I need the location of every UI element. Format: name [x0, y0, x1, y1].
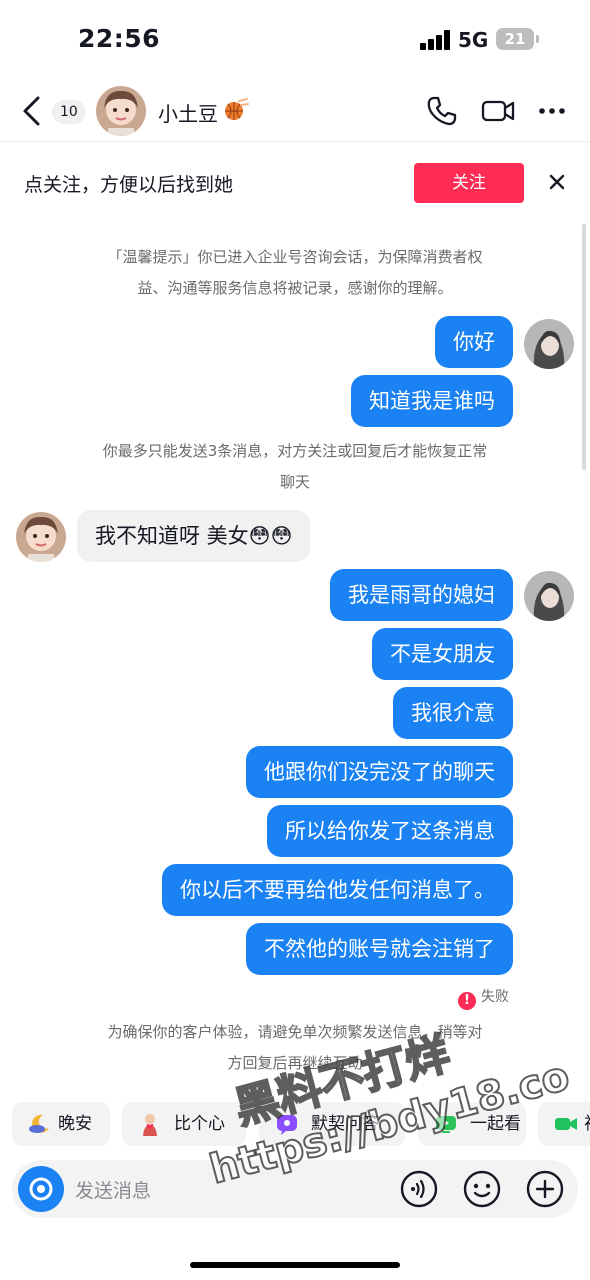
quick-reply-video[interactable]: 视 — [538, 1102, 590, 1146]
battery-icon: 21 — [496, 28, 539, 50]
outgoing-message[interactable]: 不然他的账号就会注销了 — [246, 923, 513, 975]
follow-prompt-text: 点关注，方便以后找到她 — [24, 174, 234, 196]
notice-line: 方回复后再继续互动 — [227, 1054, 363, 1072]
message-composer: 发送消息 — [12, 1160, 578, 1218]
follow-button[interactable]: 关注 — [414, 163, 524, 203]
network-type: 5G — [458, 28, 489, 52]
send-failed-status[interactable]: ! 失败 — [458, 986, 509, 1010]
quick-reply-label: 默契问答 — [311, 1114, 379, 1134]
contact-name[interactable]: 小土豆 — [158, 98, 218, 127]
moon-icon — [29, 1114, 49, 1133]
system-notice-frequency: 为确保你的客户体验，请避免单次频繁发送信息，稍等对 方回复后再继续互动 — [60, 1017, 530, 1079]
cellular-signal-icon — [420, 30, 452, 50]
follow-banner: 点关注，方便以后找到她 关注 — [0, 142, 590, 224]
quick-reply-bar[interactable]: 晚安 比个心 默契问答 一起看 视 — [0, 1100, 590, 1148]
video-camera-icon[interactable] — [481, 95, 515, 127]
scrollbar[interactable] — [582, 224, 586, 470]
plus-icon[interactable] — [526, 1170, 564, 1208]
notice-line: 你最多只能发送3条消息，对方关注或回复后才能恢复正常 — [102, 442, 488, 460]
close-icon[interactable] — [544, 169, 570, 195]
send-failed-label: 失败 — [481, 989, 509, 1005]
notice-line: 益、沟通等服务信息将被记录，感谢你的理解。 — [137, 279, 453, 297]
status-bar: 22:56 5G 21 — [0, 0, 590, 80]
my-avatar[interactable] — [524, 319, 574, 369]
notice-line: 「温馨提示」你已进入企业号咨询会话，为保障消费者权 — [107, 248, 483, 266]
outgoing-message[interactable]: 他跟你们没完没了的聊天 — [246, 746, 513, 798]
system-notice-limit: 你最多只能发送3条消息，对方关注或回复后才能恢复正常 聊天 — [60, 436, 530, 498]
voice-icon[interactable] — [400, 1170, 438, 1208]
video-icon — [555, 1118, 577, 1130]
outgoing-message[interactable]: 所以给你发了这条消息 — [267, 805, 513, 857]
outgoing-message[interactable]: 我很介意 — [393, 687, 513, 739]
home-indicator[interactable] — [190, 1262, 400, 1268]
message-input[interactable]: 发送消息 — [75, 1176, 151, 1203]
message-list[interactable]: 「温馨提示」你已进入企业号咨询会话，为保障消费者权 益、沟通等服务信息将被记录，… — [0, 224, 590, 1094]
camera-icon — [29, 1177, 53, 1201]
emoji-icon[interactable] — [463, 1170, 501, 1208]
chevron-left-icon[interactable] — [18, 93, 46, 129]
quick-reply-label: 晚安 — [58, 1114, 92, 1134]
quiz-icon — [277, 1115, 297, 1135]
notice-line: 聊天 — [279, 473, 310, 491]
my-avatar[interactable] — [524, 571, 574, 621]
contact-avatar[interactable] — [96, 86, 146, 136]
basketball-icon — [225, 98, 249, 120]
quick-reply-goodnight[interactable]: 晚安 — [12, 1102, 110, 1146]
quick-reply-quiz[interactable]: 默契问答 — [259, 1102, 405, 1146]
chat-header: 10 小土豆 — [0, 80, 590, 142]
outgoing-message[interactable]: 不是女朋友 — [372, 628, 513, 680]
contact-avatar[interactable] — [16, 512, 66, 562]
camera-button[interactable] — [18, 1166, 64, 1212]
alert-icon: ! — [458, 992, 476, 1010]
quick-reply-label: 视 — [584, 1102, 590, 1146]
outgoing-message[interactable]: 你好 — [435, 316, 513, 368]
quick-reply-heart[interactable]: 比个心 — [122, 1102, 246, 1146]
outgoing-message[interactable]: 我是雨哥的媳妇 — [330, 569, 513, 621]
watch-together-icon — [436, 1116, 456, 1133]
quick-reply-label: 一起看 — [470, 1114, 521, 1134]
more-icon[interactable] — [538, 95, 570, 127]
notice-line: 为确保你的客户体验，请避免单次频繁发送信息，稍等对 — [107, 1023, 483, 1041]
unread-count-badge[interactable]: 10 — [52, 100, 86, 124]
status-time: 22:56 — [78, 24, 161, 53]
outgoing-message[interactable]: 知道我是谁吗 — [351, 375, 513, 427]
phone-icon[interactable] — [426, 95, 458, 127]
quick-reply-label: 比个心 — [174, 1114, 225, 1134]
quick-reply-watch-together[interactable]: 一起看 — [418, 1102, 526, 1146]
heart-gesture-icon — [143, 1114, 157, 1136]
system-notice-privacy: 「温馨提示」你已进入企业号咨询会话，为保障消费者权 益、沟通等服务信息将被记录，… — [60, 242, 530, 304]
outgoing-message[interactable]: 你以后不要再给他发任何消息了。 — [162, 864, 513, 916]
incoming-message[interactable]: 我不知道呀 美女😳😳 — [77, 510, 311, 562]
